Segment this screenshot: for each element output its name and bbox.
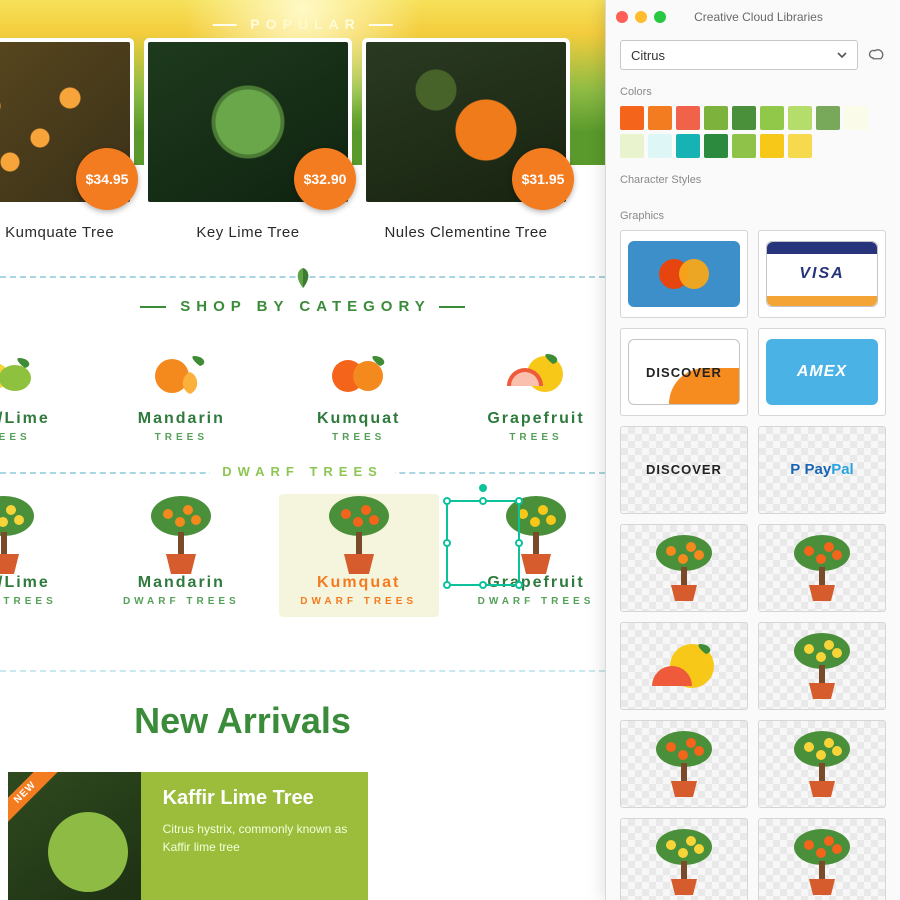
- creative-cloud-icon[interactable]: [868, 46, 886, 64]
- color-swatch[interactable]: [844, 106, 868, 130]
- tree-icon: [0, 504, 80, 566]
- selection-bounds[interactable]: [446, 500, 520, 586]
- graphic-asset[interactable]: AMEX: [758, 328, 886, 416]
- graphic-asset[interactable]: [620, 818, 748, 900]
- category-dwarf-lemon-lime[interactable]: mon/Lime WARF TREES: [0, 494, 84, 617]
- graphics-section-label: Graphics: [620, 210, 886, 222]
- graphic-asset[interactable]: [758, 524, 886, 612]
- shop-by-category-heading: SHOP BY CATEGORY: [0, 298, 605, 315]
- category-row-trees: mon/Lime TREES Mandarin TREES Kumquat TR…: [0, 330, 605, 453]
- product-card[interactable]: $31.95 Nules Clementine Tree: [366, 42, 566, 241]
- color-swatch[interactable]: [704, 134, 728, 158]
- color-swatch[interactable]: [760, 134, 784, 158]
- new-arrivals-row: o Red rapefruit Tree e ruby red grapefru…: [0, 772, 368, 900]
- color-swatches: [606, 106, 900, 158]
- arrival-title: Kaffir Lime Tree: [163, 786, 358, 810]
- chevron-down-icon: [837, 48, 847, 63]
- category-dwarf-kumquat[interactable]: Kumquat DWARF TREES: [279, 494, 439, 617]
- category-lemon-lime[interactable]: mon/Lime TREES: [0, 330, 84, 453]
- popular-products-row: $34.95 Nagami Kumquate Tree $32.90 Key L…: [0, 42, 566, 241]
- color-swatch[interactable]: [620, 106, 644, 130]
- design-canvas[interactable]: POPULAR $34.95 Nagami Kumquate Tree $32.…: [0, 0, 605, 900]
- price-badge: $32.90: [294, 148, 356, 210]
- graphic-asset[interactable]: [620, 524, 748, 612]
- category-kumquat[interactable]: Kumquat TREES: [279, 330, 439, 453]
- color-swatch[interactable]: [816, 106, 840, 130]
- color-swatch[interactable]: [760, 106, 784, 130]
- category-mandarin[interactable]: Mandarin TREES: [101, 330, 261, 453]
- color-swatch[interactable]: [732, 106, 756, 130]
- new-arrivals-heading: New Arrivals: [0, 700, 605, 742]
- product-card[interactable]: $32.90 Key Lime Tree: [148, 42, 348, 241]
- tree-icon: [283, 504, 435, 566]
- library-selector-row: Citrus: [620, 40, 886, 70]
- section-divider: [0, 670, 605, 672]
- tree-icon: [105, 504, 257, 566]
- color-swatch[interactable]: [788, 134, 812, 158]
- price-badge: $31.95: [512, 148, 574, 210]
- section-divider: [0, 276, 605, 278]
- kumquat-icon: [283, 340, 435, 402]
- graphic-asset[interactable]: P PayPal: [758, 426, 886, 514]
- product-photo: $31.95: [366, 42, 566, 202]
- product-name: Nagami Kumquate Tree: [0, 224, 130, 241]
- graphic-asset[interactable]: VISA: [758, 230, 886, 318]
- graphic-asset[interactable]: [620, 622, 748, 710]
- graphic-asset[interactable]: [758, 818, 886, 900]
- mandarin-icon: [105, 340, 257, 402]
- graphic-asset[interactable]: [758, 720, 886, 808]
- product-name: Nules Clementine Tree: [366, 224, 566, 241]
- product-photo: $34.95: [0, 42, 130, 202]
- product-card[interactable]: $34.95 Nagami Kumquate Tree: [0, 42, 130, 241]
- arrival-card-kaffir[interactable]: NEW Kaffir Lime Tree Citrus hystrix, com…: [8, 772, 368, 900]
- color-swatch[interactable]: [676, 134, 700, 158]
- lemon-lime-icon: [0, 340, 80, 402]
- character-styles-section-label: Character Styles: [620, 174, 886, 186]
- cc-libraries-panel: Creative Cloud Libraries Citrus Colors C…: [605, 0, 900, 900]
- leaf-icon: [289, 264, 317, 292]
- color-swatch[interactable]: [648, 106, 672, 130]
- color-swatch[interactable]: [648, 134, 672, 158]
- color-swatch[interactable]: [676, 106, 700, 130]
- color-swatch[interactable]: [788, 106, 812, 130]
- graphic-asset[interactable]: [620, 230, 748, 318]
- graphic-asset[interactable]: DISCOVER: [620, 328, 748, 416]
- colors-section-label: Colors: [620, 86, 886, 98]
- product-name: Key Lime Tree: [148, 224, 348, 241]
- price-badge: $34.95: [76, 148, 138, 210]
- product-photo: $32.90: [148, 42, 348, 202]
- library-selected-value: Citrus: [631, 48, 665, 63]
- grapefruit-icon: [460, 340, 605, 402]
- color-swatch[interactable]: [732, 134, 756, 158]
- graphic-asset[interactable]: [758, 622, 886, 710]
- arrival-desc: Citrus hystrix, commonly known as Kaffir…: [163, 820, 358, 856]
- panel-titlebar[interactable]: Creative Cloud Libraries: [606, 0, 900, 34]
- color-swatch[interactable]: [704, 106, 728, 130]
- graphic-asset[interactable]: DISCOVER: [620, 426, 748, 514]
- library-dropdown[interactable]: Citrus: [620, 40, 858, 70]
- dwarf-trees-heading: DWARF TREES: [210, 464, 395, 479]
- panel-title: Creative Cloud Libraries: [627, 10, 890, 24]
- category-dwarf-mandarin[interactable]: Mandarin DWARF TREES: [101, 494, 261, 617]
- graphics-grid: VISADISCOVERAMEXDISCOVERP PayPal: [606, 230, 900, 900]
- category-grapefruit[interactable]: Grapefruit TREES: [456, 330, 605, 453]
- graphic-asset[interactable]: [620, 720, 748, 808]
- popular-heading: POPULAR: [212, 16, 392, 32]
- color-swatch[interactable]: [620, 134, 644, 158]
